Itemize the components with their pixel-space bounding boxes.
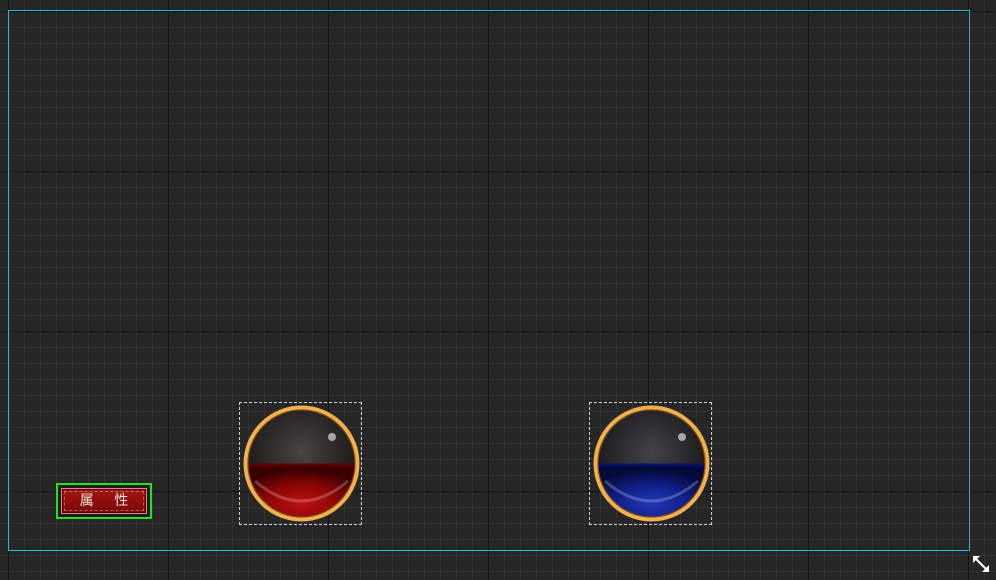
resize-diagonal-icon[interactable] (970, 553, 992, 575)
health-orb-highlight (328, 433, 336, 441)
health-orb (243, 405, 360, 522)
health-orb-surface (245, 463, 358, 467)
designer-canvas[interactable]: 属 性 (0, 0, 996, 580)
health-orb-widget[interactable] (239, 402, 362, 525)
mana-orb-widget[interactable] (589, 402, 712, 525)
attribute-button[interactable]: 属 性 (61, 488, 147, 514)
health-orb-liquid (245, 463, 358, 520)
canvas-bounds (8, 10, 970, 551)
mana-orb-highlight (678, 433, 686, 441)
mana-orb-surface (595, 463, 708, 467)
mana-orb-liquid (595, 463, 708, 520)
attribute-button-selection[interactable]: 属 性 (56, 483, 152, 519)
mana-orb (593, 405, 710, 522)
